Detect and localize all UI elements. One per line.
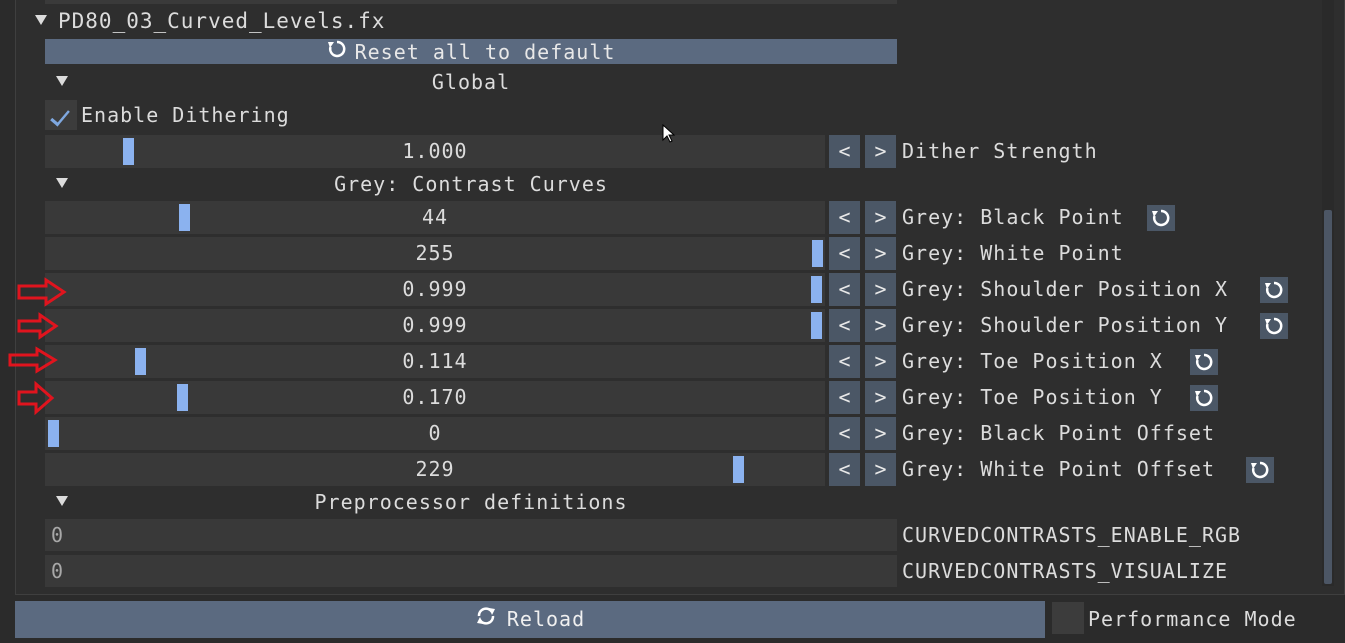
increment-button[interactable]: > [865,417,896,450]
decrement-button[interactable]: < [829,453,860,486]
annotation-arrow-icon [17,312,59,340]
increment-button[interactable]: > [865,273,896,306]
slider-label: Grey: Toe Position X [902,349,1163,373]
reset-all-label: Reset all to default [354,40,616,64]
slider-row: 0 < > Grey: Black Point Offset [45,417,1345,450]
reset-value-icon[interactable] [1190,349,1218,375]
decrement-button[interactable]: < [829,381,860,414]
section-grey-contrast-curves[interactable]: Grey: Contrast Curves [45,171,897,197]
slider-label: Grey: White Point [902,241,1124,265]
decrement-button[interactable]: < [829,135,860,168]
slider-value: 0.170 [402,385,468,409]
decrement-button[interactable]: < [829,417,860,450]
annotation-arrow-icon [17,380,55,416]
increment-button[interactable]: > [865,201,896,234]
effect-name[interactable]: PD80_03_Curved_Levels.fx [58,8,385,34]
slider-value: 255 [415,241,455,265]
section-global[interactable]: Global [45,69,897,95]
slider-value: 0.999 [402,313,468,337]
annotation-arrow-icon [17,277,67,307]
slider-row: 1.000 < > Dither Strength [45,135,1345,168]
collapse-triangle-icon[interactable] [35,15,47,25]
slider-row: 0.999 < > Grey: Shoulder Position Y [45,309,1345,342]
decrement-button[interactable]: < [829,345,860,378]
reset-icon [327,39,347,65]
reload-label: Reload [506,607,586,631]
top-strip [45,0,897,4]
slider-value: 0 [428,421,442,445]
decrement-button[interactable]: < [829,309,860,342]
slider-row: 255 < > Grey: White Point [45,237,1345,270]
slider-label: Dither Strength [902,139,1098,163]
slider-label: Grey: White Point Offset [902,457,1215,481]
slider-value: 44 [421,205,449,229]
slider-track[interactable]: 255 [45,237,825,270]
define-input[interactable]: 0 [45,555,897,587]
reload-button[interactable]: Reload [15,601,1045,638]
decrement-button[interactable]: < [829,201,860,234]
slider-value: 0.114 [402,349,468,373]
annotation-arrow-icon [8,346,58,374]
reset-value-icon[interactable] [1190,385,1218,411]
slider-label: Grey: Shoulder Position Y [902,313,1229,337]
slider-track[interactable]: 0.999 [45,273,825,306]
reset-value-icon[interactable] [1246,457,1274,483]
slider-row: 44 < > Grey: Black Point [45,201,1345,234]
mouse-cursor-icon [662,124,676,143]
slider-row: 0.999 < > Grey: Shoulder Position X [45,273,1345,306]
slider-track[interactable]: 0.114 [45,345,825,378]
increment-button[interactable]: > [865,453,896,486]
define-label: CURVEDCONTRASTS_ENABLE_RGB [902,523,1242,547]
performance-mode-label: Performance Mode [1088,607,1297,631]
slider-label: Grey: Black Point [902,205,1124,229]
define-label: CURVEDCONTRASTS_VISUALIZE [902,559,1229,583]
slider-value: 0.999 [402,277,468,301]
reload-icon [475,602,497,639]
increment-button[interactable]: > [865,135,896,168]
slider-track[interactable]: 0.999 [45,309,825,342]
slider-value: 1.000 [402,139,468,163]
performance-mode-checkbox[interactable] [1052,602,1084,634]
section-preprocessor-definitions[interactable]: Preprocessor definitions [45,489,897,515]
enable-dithering-label: Enable Dithering [81,103,290,127]
increment-button[interactable]: > [865,345,896,378]
slider-label: Grey: Black Point Offset [902,421,1215,445]
decrement-button[interactable]: < [829,273,860,306]
slider-value: 229 [415,457,455,481]
reset-value-icon[interactable] [1260,277,1288,303]
slider-track[interactable]: 0.170 [45,381,825,414]
define-value: 0 [51,523,65,547]
decrement-button[interactable]: < [829,237,860,270]
increment-button[interactable]: > [865,309,896,342]
reset-all-button[interactable]: Reset all to default [45,39,897,64]
slider-track[interactable]: 229 [45,453,825,486]
slider-track[interactable]: 44 [45,201,825,234]
slider-track[interactable]: 1.000 [45,135,825,168]
slider-row: 0.170 < > Grey: Toe Position Y [45,381,1345,414]
slider-track[interactable]: 0 [45,417,825,450]
reset-value-icon[interactable] [1260,313,1288,339]
slider-row: 0.114 < > Grey: Toe Position X [45,345,1345,378]
increment-button[interactable]: > [865,237,896,270]
define-input[interactable]: 0 [45,519,897,551]
slider-label: Grey: Shoulder Position X [902,277,1229,301]
increment-button[interactable]: > [865,381,896,414]
slider-row: 229 < > Grey: White Point Offset [45,453,1345,486]
define-value: 0 [51,559,65,583]
reset-value-icon[interactable] [1147,205,1175,231]
checkmark-icon [50,105,70,127]
enable-dithering-checkbox[interactable] [45,100,77,130]
slider-label: Grey: Toe Position Y [902,385,1163,409]
